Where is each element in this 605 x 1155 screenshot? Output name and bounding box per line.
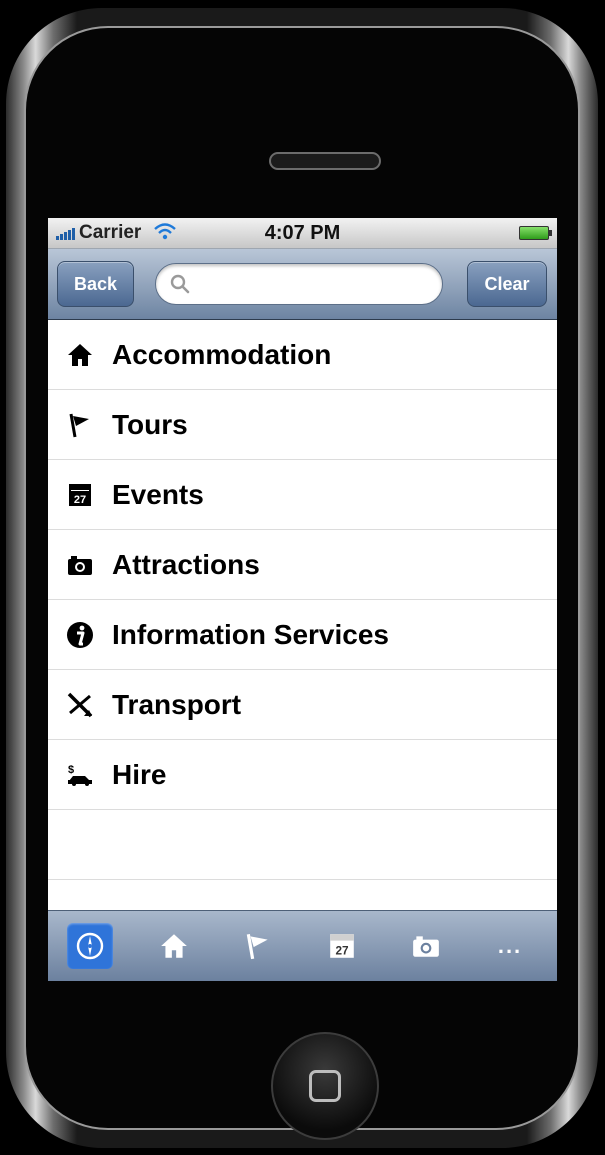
calendar-icon: 27: [330, 934, 354, 958]
search-input[interactable]: [192, 272, 442, 296]
speaker-grille: [269, 152, 381, 170]
tab-home[interactable]: [132, 918, 216, 974]
clear-button[interactable]: Clear: [467, 261, 547, 307]
info-icon: [64, 619, 96, 651]
battery-icon: [519, 226, 552, 240]
list-item-label: Accommodation: [112, 338, 332, 370]
list-item-transport[interactable]: Transport: [48, 670, 557, 740]
list-item-label: Information Services: [112, 618, 389, 650]
flag-icon: [246, 933, 268, 960]
calendar-icon: 27: [64, 479, 96, 511]
tab-attractions[interactable]: [384, 918, 468, 974]
list-item-tours[interactable]: Tours: [48, 390, 557, 460]
status-bar: Carrier 4:07 PM: [48, 218, 557, 249]
camera-icon: [64, 549, 96, 581]
car-hire-icon: $: [64, 759, 96, 791]
list-item-information-services[interactable]: Information Services: [48, 600, 557, 670]
flag-icon: [64, 409, 96, 441]
clock-time: 4:07 PM: [264, 221, 341, 244]
house-icon: [161, 934, 187, 958]
list-item-accommodation[interactable]: Accommodation: [48, 320, 557, 390]
home-button[interactable]: [271, 1032, 379, 1140]
camera-icon: [413, 936, 439, 957]
back-button[interactable]: Back: [57, 261, 134, 307]
category-list: Accommodation Tours 27 Events Attraction…: [48, 320, 557, 880]
empty-row: [48, 810, 557, 880]
screen: Carrier 4:07 PM Back Clear Accommodation…: [48, 218, 557, 981]
tab-bar: 27 ...: [48, 910, 557, 981]
list-item-label: Transport: [112, 688, 242, 720]
svg-text:$: $: [68, 764, 74, 776]
list-item-label: Tours: [112, 408, 188, 440]
list-item-label: Events: [112, 478, 204, 510]
calendar-day: 27: [74, 494, 86, 506]
plane-icon: [64, 689, 96, 721]
list-item-events[interactable]: 27 Events: [48, 460, 557, 530]
search-field[interactable]: [155, 263, 443, 305]
more-icon: ...: [497, 933, 523, 958]
list-item-hire[interactable]: $ Hire: [48, 740, 557, 810]
calendar-day: 27: [335, 945, 349, 958]
search-icon: [170, 274, 190, 294]
house-icon: [64, 339, 96, 371]
nav-bar: Back Clear: [48, 249, 557, 320]
list-item-label: Attractions: [112, 548, 260, 580]
list-item-label: Hire: [112, 758, 167, 790]
tab-tours[interactable]: [216, 918, 300, 974]
tab-compass[interactable]: [48, 918, 132, 974]
compass-icon: [76, 932, 104, 960]
tab-events[interactable]: 27: [300, 918, 384, 974]
home-square-icon: [309, 1070, 341, 1102]
tab-more[interactable]: ...: [468, 918, 552, 974]
list-item-attractions[interactable]: Attractions: [48, 530, 557, 600]
